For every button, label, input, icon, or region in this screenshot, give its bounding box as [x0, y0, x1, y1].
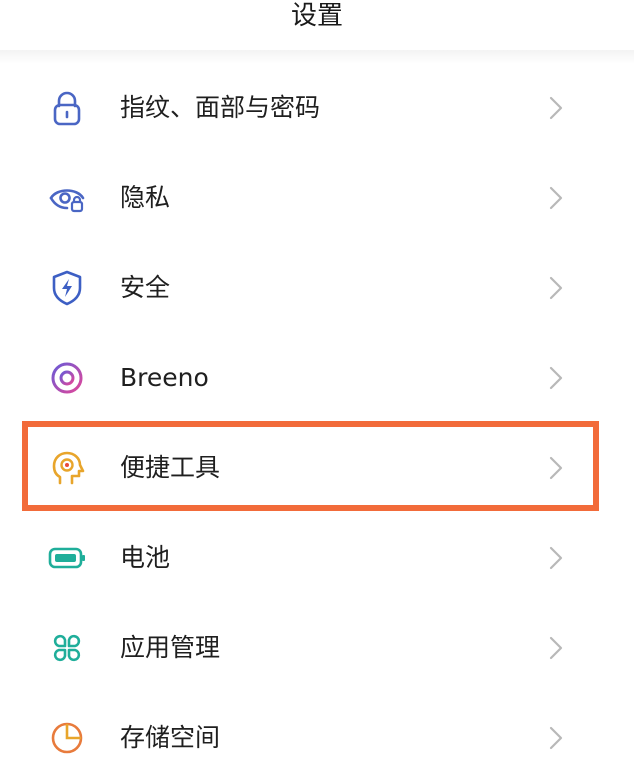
settings-item-breeno[interactable]: Breeno: [0, 333, 634, 423]
chevron-right-icon: [546, 545, 566, 571]
settings-item-label: 便捷工具: [120, 453, 221, 482]
apps-grid-icon: [47, 628, 87, 668]
settings-item-label: 安全: [120, 273, 171, 302]
settings-item-app-management[interactable]: 应用管理: [0, 603, 634, 693]
chevron-right-icon: [546, 635, 566, 661]
header-divider: [0, 50, 634, 64]
settings-item-privacy[interactable]: 隐私: [0, 153, 634, 243]
shield-icon: [47, 268, 87, 308]
settings-item-label: 指纹、面部与密码: [120, 93, 321, 122]
chevron-right-icon: [546, 365, 566, 391]
lock-icon: [47, 88, 87, 128]
chevron-right-icon: [546, 725, 566, 751]
chevron-right-icon: [546, 455, 566, 481]
breeno-ring-icon: [47, 358, 87, 398]
chevron-right-icon: [546, 185, 566, 211]
privacy-eye-icon: [47, 178, 87, 218]
chevron-right-icon: [546, 275, 566, 301]
settings-item-fingerprint-face-password[interactable]: 指纹、面部与密码: [0, 63, 634, 153]
battery-icon: [47, 538, 87, 578]
settings-item-convenience-tools[interactable]: 便捷工具: [0, 423, 634, 513]
settings-item-label: 应用管理: [120, 633, 221, 662]
chevron-right-icon: [546, 95, 566, 121]
settings-item-storage[interactable]: 存储空间: [0, 693, 634, 783]
page-title: 设置: [290, 1, 343, 31]
settings-item-label: Breeno: [120, 363, 209, 392]
settings-item-security[interactable]: 安全: [0, 243, 634, 333]
storage-pie-icon: [47, 718, 87, 758]
head-gear-icon: [47, 448, 87, 488]
settings-item-battery[interactable]: 电池: [0, 513, 634, 603]
settings-item-label: 电池: [120, 543, 171, 572]
settings-item-label: 隐私: [120, 183, 171, 212]
settings-item-label: 存储空间: [120, 723, 221, 752]
